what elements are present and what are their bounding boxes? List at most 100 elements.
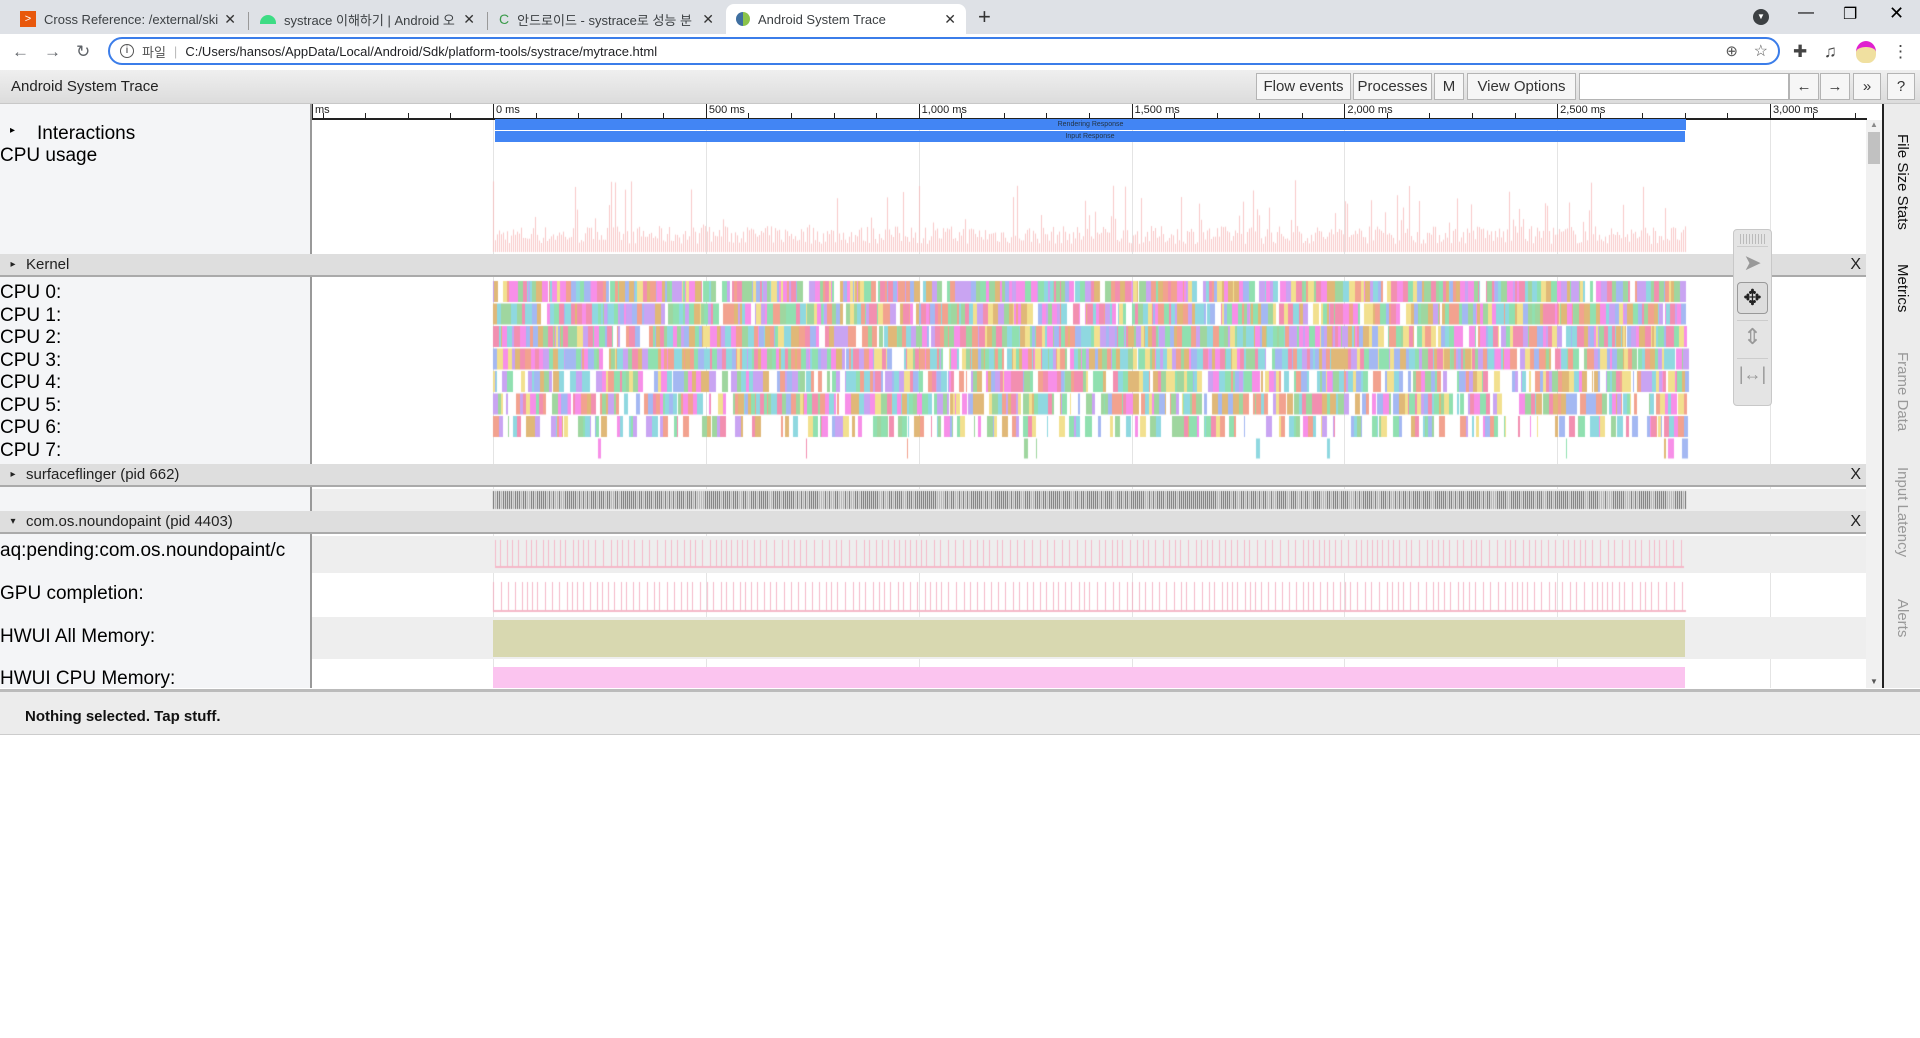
media-control-icon[interactable]: ♫ — [1824, 42, 1837, 62]
close-process-button[interactable]: X — [1850, 513, 1861, 531]
close-tab-icon[interactable]: ✕ — [463, 11, 475, 28]
c-logo-icon: C — [499, 11, 510, 27]
ruler-label: 2,500 ms — [1557, 104, 1605, 118]
rendering-response-bar[interactable]: Rendering Response — [495, 119, 1686, 130]
ruler-tick — [407, 113, 409, 118]
address-input[interactable]: i 파일 | C:/Users/hansos/AppData/Local/And… — [108, 37, 1780, 65]
browser-tab-bar: > Cross Reference: /external/skia/✕ syst… — [0, 0, 1920, 34]
reload-icon[interactable]: ↻ — [76, 42, 90, 62]
ruler-tick — [1216, 113, 1218, 118]
view-options-button[interactable]: View Options — [1467, 73, 1576, 100]
ruler-label: 1,500 ms — [1131, 104, 1180, 118]
avatar[interactable] — [1856, 41, 1876, 63]
restore-icon[interactable]: ❐ — [1843, 4, 1857, 24]
back-icon[interactable]: ← — [12, 42, 29, 62]
selection-mode-icon[interactable]: ➤ — [1737, 246, 1768, 278]
expand-icon[interactable]: ▸ — [0, 259, 26, 270]
ruler-tick — [833, 113, 835, 118]
flow-events-button[interactable]: Flow events — [1256, 73, 1351, 100]
expand-interactions-icon[interactable]: ▸ — [10, 125, 15, 136]
close-tab-icon[interactable]: ✕ — [944, 11, 956, 28]
ruler-tick — [1046, 113, 1048, 118]
tab-frame-data[interactable]: Frame Data — [1894, 352, 1911, 431]
find-previous-button[interactable]: ← — [1789, 73, 1819, 100]
expand-icon[interactable]: ▸ — [0, 469, 26, 480]
vertical-scrollbar[interactable]: ▲ ▼ — [1866, 120, 1882, 688]
ruler-tick — [535, 113, 537, 118]
cpu-tracks[interactable] — [312, 280, 1867, 460]
find-next-button[interactable]: → — [1820, 73, 1850, 100]
ruler-label: 1,000 ms — [918, 104, 967, 118]
zoom-mode-icon[interactable]: ⇕ — [1737, 320, 1768, 352]
minimize-icon[interactable]: — — [1798, 4, 1814, 22]
hwui-all-memory-label: HWUI All Memory: — [0, 626, 156, 647]
processes-button[interactable]: Processes — [1353, 73, 1432, 100]
m-button[interactable]: M — [1434, 73, 1464, 100]
cpu-label: CPU 3: — [0, 349, 62, 371]
hwui-cpu-memory-counter[interactable] — [493, 667, 1685, 688]
cpu-usage-track[interactable] — [312, 164, 1867, 254]
ruler-tick — [1684, 113, 1686, 118]
close-tab-icon[interactable]: ✕ — [702, 11, 714, 28]
ruler-label: 500 ms — [705, 104, 745, 118]
collapse-icon[interactable]: ▾ — [0, 516, 26, 527]
opengrok-icon: > — [20, 11, 36, 27]
new-tab-button[interactable]: + — [978, 4, 991, 30]
more-button[interactable]: » — [1853, 73, 1881, 100]
ruler-tick — [365, 113, 367, 118]
ruler-tick — [1003, 113, 1005, 118]
drag-handle[interactable] — [1740, 234, 1765, 244]
ruler-tick — [1301, 113, 1303, 118]
browser-tab-active[interactable]: Android System Trace ✕ — [726, 4, 966, 34]
browser-tab[interactable]: systrace 이해하기 | Android 오 ✕ — [250, 4, 485, 34]
ruler-tick — [620, 113, 622, 118]
info-icon[interactable]: i — [120, 44, 134, 58]
process-header[interactable]: ▾ com.os.noundopaint (pid 4403) X — [0, 511, 1867, 534]
kernel-header[interactable]: ▸ Kernel X — [0, 254, 1867, 277]
cpu-label: CPU 0: — [0, 282, 62, 303]
ruler-tick — [876, 113, 878, 118]
scrollbar-thumb[interactable] — [1868, 132, 1880, 164]
trace-toolbar: Android System Trace Flow events Process… — [0, 70, 1920, 104]
browser-tab[interactable]: C 안드로이드 - systrace로 성능 분 ✕ — [489, 4, 724, 34]
input-response-bar[interactable]: Input Response — [495, 131, 1685, 142]
tab-metrics[interactable]: Metrics — [1894, 264, 1911, 312]
ruler-label: ms — [312, 104, 330, 118]
close-kernel-button[interactable]: X — [1850, 256, 1861, 274]
ruler-tick — [1472, 113, 1474, 118]
cpu-label: CPU 7: — [0, 439, 62, 461]
extensions-icon[interactable]: ✚ — [1793, 42, 1807, 62]
hwui-all-memory-counter[interactable] — [493, 620, 1685, 657]
tab-input-latency[interactable]: Input Latency — [1894, 467, 1911, 557]
search-input[interactable] — [1579, 73, 1789, 100]
gpu-completion-track[interactable] — [312, 576, 1867, 616]
tab-alerts[interactable]: Alerts — [1894, 599, 1911, 637]
menu-icon[interactable]: ⋮ — [1892, 42, 1909, 62]
trace-icon — [736, 12, 750, 26]
bookmark-star-icon[interactable]: ☆ — [1754, 41, 1768, 61]
close-tab-icon[interactable]: ✕ — [224, 11, 236, 28]
cpu-label: CPU 2: — [0, 327, 62, 348]
tab-file-size-stats[interactable]: File Size Stats — [1894, 134, 1911, 230]
browser-tab[interactable]: > Cross Reference: /external/skia/✕ — [10, 4, 246, 34]
ruler-tick — [450, 113, 452, 118]
timing-mode-icon[interactable]: |↔| — [1737, 358, 1768, 390]
tab-search-icon[interactable]: ▼ — [1753, 9, 1769, 25]
close-surfaceflinger-button[interactable]: X — [1850, 466, 1861, 484]
aq-pending-label: aq:pending:com.os.noundopaint/c — [0, 540, 286, 561]
help-button[interactable]: ? — [1887, 73, 1915, 100]
address-toolbar: ← → ↻ i 파일 | C:/Users/hansos/AppData/Loc… — [0, 34, 1920, 70]
surfaceflinger-header[interactable]: ▸ surfaceflinger (pid 662) X — [0, 464, 1867, 487]
ruler-tick — [1429, 113, 1431, 118]
time-ruler: ms 0 ms 500 ms 1,000 ms 1,500 ms 2,000 ms 2,50… — [312, 104, 1867, 120]
close-window-icon[interactable]: ✕ — [1889, 3, 1904, 24]
app-title: Android System Trace — [11, 78, 159, 95]
aq-pending-track[interactable] — [312, 536, 1867, 572]
pan-mode-icon[interactable]: ✥ — [1737, 282, 1768, 314]
forward-icon[interactable]: → — [44, 42, 61, 62]
surfaceflinger-track[interactable] — [312, 489, 1867, 511]
hwui-cpu-memory-label: HWUI CPU Memory: — [0, 668, 176, 688]
zoom-icon[interactable]: ⊕ — [1725, 42, 1738, 60]
ruler-tick — [578, 113, 580, 118]
ruler-label: 2,000 ms — [1344, 104, 1393, 118]
